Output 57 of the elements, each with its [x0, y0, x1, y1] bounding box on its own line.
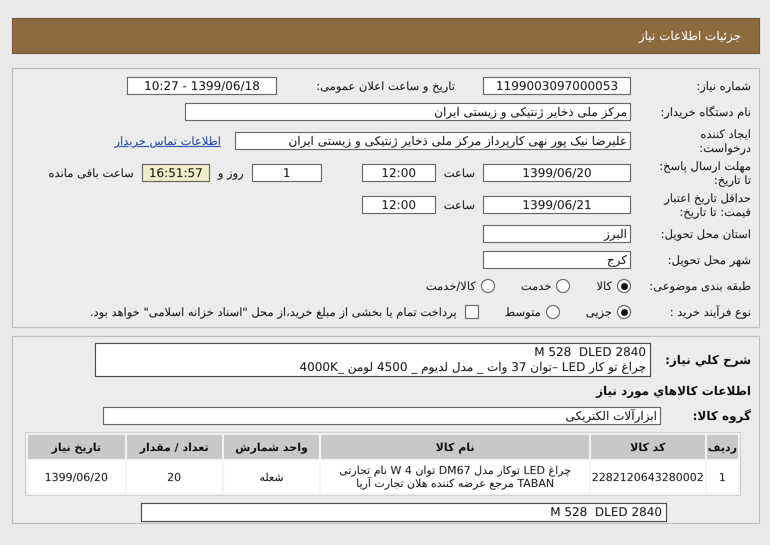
column-header: تعداد / مقدار	[126, 435, 222, 459]
goods-group-field: ابزارآلات الکتریکی	[103, 407, 661, 425]
time-field: 12:00	[362, 164, 436, 182]
field-label: شهر محل تحویل:	[666, 253, 751, 267]
checkbox[interactable]	[464, 305, 479, 319]
field-label: حداقل تاریخ اعتبار قیمت: تا تاریخ:	[662, 191, 751, 219]
buyer-field: مرکز ملی ذخایر ژنتیکی و زیستی ایران	[185, 103, 631, 121]
radio-button[interactable]	[546, 305, 560, 319]
field-label: ساعت	[444, 198, 475, 212]
field-label: ایجاد کننده درخواست:	[698, 127, 751, 155]
table-cell: شعله	[224, 461, 320, 493]
radio-label: کالا/خدمت	[426, 279, 476, 293]
table-cell: چراغ LED توکار مدل DM67 توان 4 W نام تجارتی TABAN مرجع عرضه کننده هلان تجارت آریا	[321, 461, 589, 493]
contact-link[interactable]: اطلاعات تماس خریدار	[114, 134, 221, 148]
city-field: کرج	[483, 251, 631, 269]
radio-button[interactable]	[480, 279, 495, 293]
radio-button[interactable]	[556, 279, 570, 293]
radio-label: خدمت	[520, 279, 552, 293]
date-field: 1399/06/20	[483, 164, 631, 182]
checkbox-label: پرداخت تمام یا بخشی از مبلغ خرید،از محل "اسناد خزانه اسلامی" خواهد بود.	[90, 305, 457, 319]
field-label: مهلت ارسال پاسخ: تا تاریخ:	[658, 159, 751, 187]
days-field: 1	[252, 164, 322, 182]
column-header: واحد شمارش	[224, 435, 320, 459]
radio-label: کالا	[596, 279, 612, 293]
field-label: تاریخ و ساعت اعلان عمومی:	[315, 79, 455, 93]
radio-label: متوسط	[504, 305, 541, 319]
field-label: ساعت	[444, 166, 475, 180]
field-label: نام دستگاه خریدار:	[659, 105, 751, 119]
table-cell: 1	[706, 461, 738, 493]
description-field: M 528 DLED 2840	[141, 502, 667, 522]
radio-label: جزیی	[586, 305, 612, 319]
column-header: کد کالا	[590, 435, 705, 459]
column-header: نام کالا	[321, 435, 589, 459]
need-number-field: 1199003097000053	[483, 77, 631, 95]
province-field: البرز	[483, 225, 631, 243]
field-label: استان محل تحویل:	[660, 227, 751, 241]
column-header: تاریخ نیاز	[28, 435, 125, 459]
remaining-time-field: 16:51:57	[142, 164, 210, 182]
date-field: 1399/06/21	[483, 196, 631, 214]
column-header: ردیف	[706, 435, 738, 459]
time-field: 12:00	[362, 196, 436, 214]
radio-button[interactable]	[617, 305, 631, 319]
field-label: شرح كلي نياز:	[664, 353, 751, 367]
radio-button[interactable]	[617, 279, 631, 293]
field-label: گروه کالا:	[692, 409, 751, 423]
announce-date-field: 1399/06/18 - 10:27	[127, 77, 277, 95]
table-cell: 20	[126, 461, 222, 493]
page-title: جزئیات اطلاعات نیاز	[638, 29, 741, 43]
requester-field: علیرضا نیک پور نهی کارپرداز مرکز ملی ذخایر ژنتیکی و زیستی ایران	[235, 132, 631, 150]
field-label: روز و	[218, 166, 244, 180]
section-heading: اطلاعات كالاهاي مورد نياز	[596, 384, 751, 398]
field-label: ساعت باقی مانده	[48, 166, 134, 180]
field-label: شماره نیاز:	[695, 79, 751, 93]
field-label: نوع فرآیند خرید :	[668, 305, 751, 319]
table-cell: 2282120643280002	[590, 461, 705, 493]
table-cell: 1399/06/20	[28, 461, 125, 493]
field-label: طبقه بندی موضوعی:	[648, 279, 751, 293]
